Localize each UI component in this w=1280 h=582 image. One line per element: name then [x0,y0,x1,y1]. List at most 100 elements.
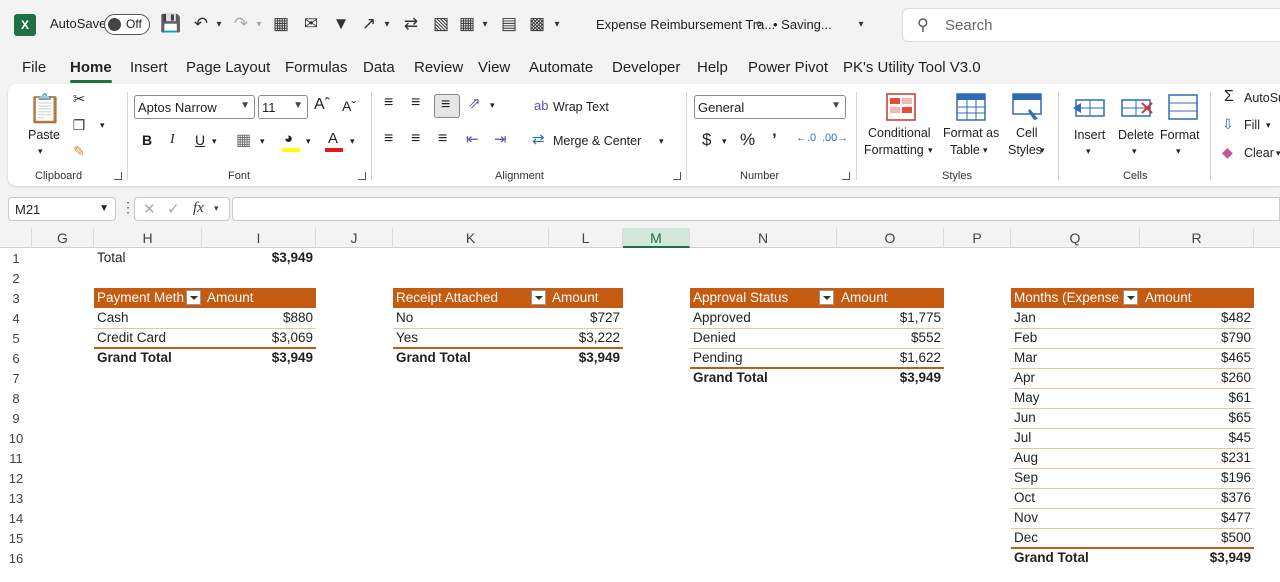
pivot-row-label[interactable]: Cash [94,308,202,328]
pivot-row-value[interactable]: $61 [1140,388,1254,408]
pivot-row-label[interactable]: Denied [690,328,837,348]
increase-decimal-icon[interactable]: ←.0 [796,132,816,144]
grand-total-label[interactable]: Grand Total [393,348,549,368]
filter-dropdown-icon[interactable] [186,290,201,305]
wrap-text-icon[interactable]: ab [534,98,548,113]
pivot-row-label[interactable]: Jun [1011,408,1140,428]
borders-icon[interactable]: ▦ [270,13,292,35]
filter-dropdown-icon[interactable] [531,290,546,305]
row-header[interactable]: 9 [0,408,32,428]
insert-dropdown-icon[interactable]: ▾ [1086,146,1091,157]
row-header[interactable]: 11 [0,448,32,468]
format-as-table-icon[interactable] [956,92,986,122]
row-header[interactable]: 8 [0,388,32,408]
number-format-dropdown[interactable]: General ▼ [694,95,846,119]
column-header-p[interactable]: P [944,228,1011,248]
cut-icon[interactable]: ✂ [70,90,88,108]
pivot-row-label[interactable]: Credit Card [94,328,202,348]
calc-sheet-icon[interactable]: ▤ [498,13,520,35]
pivot-header-label[interactable]: Receipt Attached [393,288,529,308]
pivot-row-label[interactable]: Sep [1011,468,1140,488]
format-cells-icon[interactable] [1166,92,1200,122]
tab-automate[interactable]: Automate [529,59,593,76]
total-label-cell[interactable]: Total [94,248,202,268]
autosum-icon[interactable]: Σ [1224,88,1234,106]
column-header-l[interactable]: L [549,228,623,248]
row-header[interactable]: 15 [0,528,32,548]
pivot-header-amount[interactable]: Amount [1142,288,1252,308]
filter-dropdown-icon[interactable] [819,290,834,305]
pivot-row-value[interactable]: $3,069 [202,328,316,348]
tab-power-pivot[interactable]: Power Pivot [748,59,828,76]
tab-utility-tool[interactable]: PK's Utility Tool V3.0 [843,59,981,76]
increase-indent-icon[interactable]: ⇥ [494,130,507,148]
row-header[interactable]: 14 [0,508,32,528]
column-header-m[interactable]: M [623,228,690,248]
pivot-header-amount[interactable]: Amount [838,288,942,308]
select-all-corner[interactable] [0,228,32,248]
cell-styles-icon[interactable] [1012,92,1042,122]
percent-icon[interactable]: % [740,130,755,150]
pivot-row-label[interactable]: Feb [1011,328,1140,348]
alignment-launcher-icon[interactable] [673,172,681,180]
pivot-row-value[interactable]: $65 [1140,408,1254,428]
tab-file[interactable]: File [22,59,46,76]
format-table-dropdown-icon[interactable]: ▾ [983,145,988,156]
format-dropdown-icon[interactable]: ▾ [1176,146,1181,157]
total-value-cell[interactable]: $3,949 [202,248,316,268]
borders-dropdown-icon[interactable]: ▾ [260,136,265,147]
row-header[interactable]: 7 [0,368,32,388]
format-as-table-label-2[interactable]: Table [950,143,980,157]
tab-data[interactable]: Data [363,59,395,76]
pivot-row-value[interactable]: $231 [1140,448,1254,468]
fill-dropdown-icon[interactable]: ▾ [306,136,311,147]
pivot-row-label[interactable]: Aug [1011,448,1140,468]
font-size-dropdown[interactable]: 11 ▼ [258,95,308,119]
decrease-font-icon[interactable]: Aˇ [342,98,356,114]
column-header-q[interactable]: Q [1011,228,1140,248]
grand-total-value[interactable]: $3,949 [202,348,316,368]
row-header[interactable]: 16 [0,548,32,568]
pivot-row-label[interactable]: Oct [1011,488,1140,508]
tab-developer[interactable]: Developer [612,59,680,76]
increase-font-icon[interactable]: Aˆ [314,96,330,114]
font-launcher-icon[interactable] [358,172,366,180]
font-color-dropdown-icon[interactable]: ▾ [350,136,355,147]
clear-icon[interactable]: ◆ [1222,144,1233,161]
pivot-row-label[interactable]: Dec [1011,528,1140,548]
column-header-k[interactable]: K [393,228,549,248]
align-top-icon[interactable]: ≡ [384,94,393,112]
column-header-g[interactable]: G [32,228,94,248]
pivot-row-value[interactable]: $482 [1140,308,1254,328]
pivot-row-value[interactable]: $727 [549,308,623,328]
share-icon[interactable]: ↗ [358,13,380,35]
pivot-row-label[interactable]: May [1011,388,1140,408]
delete-dropdown-icon[interactable]: ▾ [1132,146,1137,157]
grand-total-value[interactable]: $3,949 [549,348,623,368]
column-header-h[interactable]: H [94,228,202,248]
formula-input[interactable] [232,197,1280,221]
pivot-row-value[interactable]: $45 [1140,428,1254,448]
conditional-dropdown-icon[interactable]: ▾ [928,145,933,156]
redo-dropdown-icon[interactable]: ▾ [254,13,264,35]
calculator-icon[interactable]: ▦ [456,13,478,35]
clear-label[interactable]: Clear [1244,146,1274,160]
pivot-header-label[interactable]: Months (Expense I [1011,288,1121,308]
spreadsheet-grid[interactable]: G H I J K L M N O P Q R 1 2 3 4 5 6 7 8 … [0,228,1280,582]
name-box[interactable]: M21 ▼ [8,197,116,221]
row-header[interactable]: 12 [0,468,32,488]
pivot-row-label[interactable]: Jul [1011,428,1140,448]
row-header[interactable]: 5 [0,328,32,348]
tab-page-layout[interactable]: Page Layout [186,59,270,76]
pivot-row-value[interactable]: $880 [202,308,316,328]
filter-icon[interactable]: ▼ [330,13,352,35]
align-right-icon[interactable]: ≡ [438,130,447,148]
form-icon[interactable]: ▩ [526,13,548,35]
row-header[interactable]: 6 [0,348,32,368]
merge-center-icon[interactable]: ⇄ [532,130,545,148]
merge-center-label[interactable]: Merge & Center [553,134,641,148]
grand-total-label[interactable]: Grand Total [94,348,202,368]
customize-dropdown-icon[interactable]: ▾ [552,13,562,35]
tab-insert[interactable]: Insert [130,59,168,76]
pivot-row-label[interactable]: Apr [1011,368,1140,388]
